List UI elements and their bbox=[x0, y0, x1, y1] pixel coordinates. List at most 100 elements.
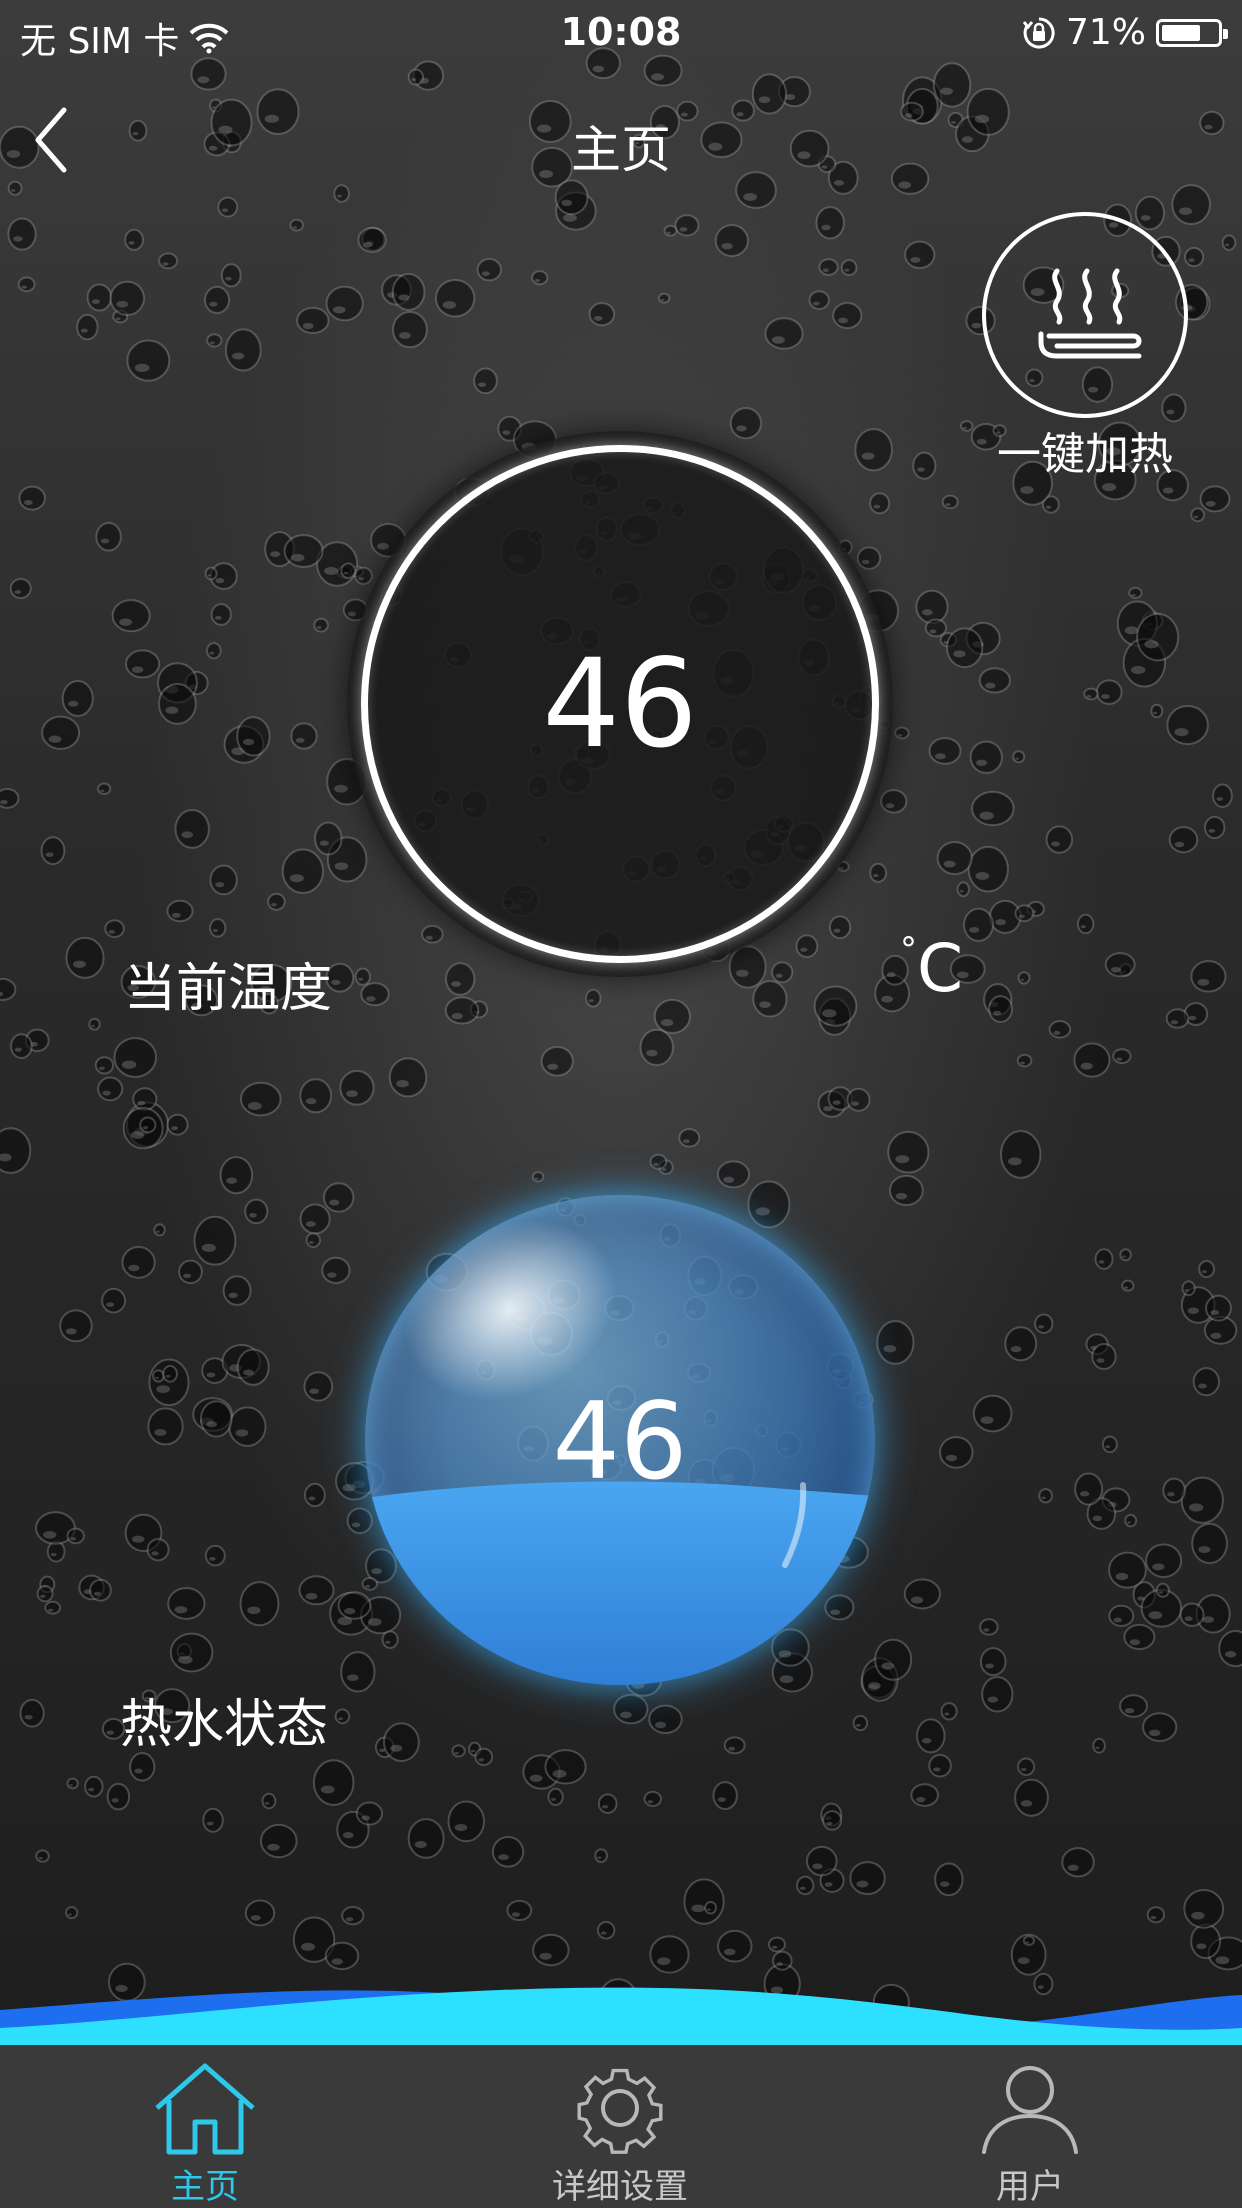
quick-heat-label: 一键加热 bbox=[997, 429, 1173, 480]
raindrop-highlight bbox=[1167, 1492, 1175, 1497]
raindrop-highlight bbox=[976, 759, 988, 766]
raindrop bbox=[355, 1801, 384, 1826]
raindrop bbox=[18, 485, 46, 511]
raindrop bbox=[357, 226, 387, 253]
raindrop bbox=[113, 1037, 158, 1078]
raindrop-highlight bbox=[206, 1372, 216, 1378]
raindrop bbox=[1162, 1477, 1186, 1504]
raindrop-highlight bbox=[1080, 925, 1087, 929]
raindrop-highlight bbox=[91, 299, 100, 304]
raindrop-highlight bbox=[345, 1917, 354, 1922]
raindrop bbox=[1073, 1042, 1111, 1078]
raindrop-highlight bbox=[963, 426, 968, 430]
raindrop bbox=[199, 1400, 233, 1438]
raindrop bbox=[146, 1538, 170, 1562]
raindrop-highlight bbox=[102, 1090, 111, 1096]
raindrop bbox=[19, 1698, 45, 1728]
raindrop bbox=[714, 224, 749, 257]
raindrop-highlight bbox=[327, 1272, 337, 1278]
raindrop-highlight bbox=[209, 651, 215, 655]
raindrop-highlight bbox=[346, 1090, 358, 1097]
raindrop bbox=[162, 1365, 178, 1383]
hot-water-status-label: 热水状态 bbox=[120, 1695, 329, 1755]
raindrop bbox=[244, 1899, 276, 1927]
raindrop-highlight bbox=[1188, 1015, 1197, 1021]
heat-wave-icon bbox=[1038, 268, 1142, 359]
raindrop bbox=[648, 1704, 683, 1734]
battery-fill bbox=[1162, 24, 1200, 41]
raindrop-highlight bbox=[249, 1213, 257, 1218]
raindrop-highlight bbox=[593, 316, 603, 321]
raindrop-highlight bbox=[975, 872, 990, 880]
raindrop-highlight bbox=[250, 1915, 261, 1921]
raindrop-highlight bbox=[1045, 505, 1052, 509]
tab-home[interactable]: 主页 bbox=[55, 2045, 355, 2208]
raindrop bbox=[932, 62, 972, 108]
raindrop-highlight bbox=[142, 1126, 149, 1130]
raindrop-highlight bbox=[983, 1628, 990, 1632]
raindrop bbox=[206, 642, 222, 660]
raindrop bbox=[1165, 1008, 1190, 1029]
raindrop bbox=[940, 1702, 958, 1721]
temperature-dial[interactable]: 46 bbox=[347, 431, 893, 977]
raindrop-highlight bbox=[151, 1551, 159, 1556]
raindrop bbox=[1048, 1020, 1072, 1039]
raindrop bbox=[40, 836, 66, 866]
raindrop bbox=[7, 180, 23, 196]
raindrop-highlight bbox=[361, 1815, 371, 1821]
raindrop-highlight bbox=[134, 1768, 143, 1774]
tab-bar: 主页 详细设置 用户 bbox=[0, 2045, 1242, 2208]
raindrop-highlight bbox=[985, 682, 996, 689]
raindrop-highlight bbox=[344, 1607, 356, 1615]
tab-user-label: 用户 bbox=[996, 2167, 1064, 2207]
quick-heat-button[interactable] bbox=[982, 212, 1188, 418]
current-temperature-label: 当前温度 bbox=[124, 959, 333, 1019]
raindrop bbox=[1076, 913, 1095, 935]
raindrop-highlight bbox=[995, 919, 1006, 926]
raindrop bbox=[874, 1638, 913, 1681]
raindrop-highlight bbox=[267, 1843, 280, 1851]
raindrop-highlight bbox=[309, 1388, 320, 1395]
raindrop-highlight bbox=[235, 1429, 249, 1437]
raindrop-highlight bbox=[14, 1047, 22, 1052]
raindrop bbox=[1199, 485, 1231, 513]
raindrop-highlight bbox=[100, 538, 110, 544]
raindrop bbox=[1083, 687, 1099, 701]
page-title: 主页 bbox=[571, 121, 671, 179]
raindrop-highlight bbox=[165, 1374, 171, 1378]
raindrop-highlight bbox=[588, 999, 594, 1003]
tab-user[interactable]: 用户 bbox=[880, 2045, 1180, 2208]
raindrop bbox=[1119, 1248, 1132, 1262]
raindrop-highlight bbox=[987, 1696, 999, 1703]
temperature-unit: °C bbox=[900, 930, 963, 1007]
raindrop-highlight bbox=[959, 890, 964, 893]
raindrop bbox=[84, 1775, 104, 1798]
raindrop bbox=[588, 302, 616, 327]
raindrop-highlight bbox=[42, 1530, 57, 1539]
raindrop-highlight bbox=[844, 268, 850, 272]
raindrop bbox=[86, 283, 113, 312]
raindrop bbox=[1091, 1342, 1117, 1371]
raindrop-highlight bbox=[979, 811, 994, 820]
tab-settings[interactable]: 详细设置 bbox=[470, 2045, 770, 2208]
raindrop bbox=[832, 302, 863, 330]
raindrop-highlight bbox=[1184, 1616, 1193, 1622]
raindrop bbox=[1204, 815, 1226, 840]
raindrop-highlight bbox=[291, 553, 305, 562]
raindrop bbox=[969, 740, 1003, 774]
raindrop bbox=[244, 1198, 269, 1225]
raindrop-highlight bbox=[481, 271, 490, 277]
raindrop-highlight bbox=[320, 1785, 335, 1794]
raindrop-highlight bbox=[50, 1552, 57, 1557]
raindrop-highlight bbox=[1020, 978, 1025, 981]
raindrop bbox=[1180, 1476, 1224, 1524]
raindrop bbox=[121, 1246, 156, 1279]
raindrop bbox=[167, 1587, 206, 1620]
raindrop-highlight bbox=[116, 300, 129, 308]
raindrop-highlight bbox=[933, 1767, 941, 1772]
raindrop-highlight bbox=[822, 268, 830, 273]
raindrop bbox=[17, 276, 36, 293]
raindrop-highlight bbox=[201, 1243, 216, 1252]
raindrop-highlight bbox=[119, 618, 133, 626]
raindrop-highlight bbox=[91, 1025, 95, 1028]
